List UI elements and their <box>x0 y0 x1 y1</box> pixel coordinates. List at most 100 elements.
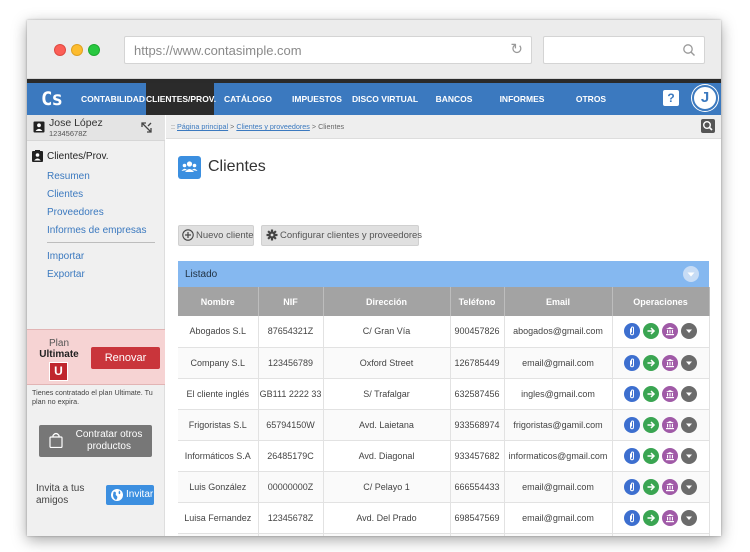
bank-icon[interactable] <box>662 323 678 340</box>
bank-icon[interactable] <box>662 416 678 433</box>
help-button[interactable]: ? <box>663 90 679 106</box>
table-row[interactable]: Company S.L 123456789 Oxford Street 1267854… <box>178 347 710 379</box>
nav-clientes-prov[interactable]: CLIENTES/PROV. <box>146 83 216 115</box>
cell-nombre: Company S.L <box>178 347 259 379</box>
contasimple-logo[interactable]: Cs <box>41 88 63 110</box>
chevron-down-icon[interactable] <box>681 509 697 526</box>
cell-email: email@gmail.com <box>504 471 613 503</box>
col-telefono[interactable]: Teléfono <box>450 287 505 316</box>
renew-button[interactable]: Renovar <box>91 347 160 369</box>
chevron-down-icon[interactable] <box>681 354 697 371</box>
operations-group <box>624 447 697 464</box>
table-row[interactable]: Informáticos S.A 26485179C Avd. Diagonal 93… <box>178 440 710 472</box>
close-window-button[interactable] <box>54 44 66 56</box>
shopping-bag-icon <box>49 432 63 448</box>
new-client-label: Nuevo cliente <box>196 230 254 241</box>
clip-icon[interactable] <box>624 416 640 433</box>
sidebar-item-proveedores[interactable]: Proveedores <box>47 207 104 218</box>
chevron-down-icon[interactable] <box>681 323 697 340</box>
clip-icon[interactable] <box>624 478 640 495</box>
operations-group <box>624 323 697 340</box>
user-info: Jose López 12345678Z <box>27 115 165 141</box>
user-name: Jose López <box>49 117 103 129</box>
col-nombre[interactable]: Nombre <box>178 287 259 316</box>
bank-icon[interactable] <box>662 509 678 526</box>
arrow-right-icon[interactable] <box>643 354 659 371</box>
cell-operaciones <box>612 533 710 536</box>
table-row[interactable]: Luis González 00000000Z C/ Pelayo 1 6665544… <box>178 471 710 503</box>
plan-name: Ultimate <box>39 349 79 360</box>
plus-circle-icon <box>182 229 194 241</box>
cell-operaciones <box>612 409 710 441</box>
invite-button[interactable]: Invitar <box>106 485 154 505</box>
sidebar-item-informes-empresas[interactable]: Informes de empresas <box>47 225 147 236</box>
nav-bancos[interactable]: BANCOS <box>432 83 476 115</box>
breadcrumb-parent-link[interactable]: Clientes y proveedores <box>236 122 310 131</box>
browser-search-input[interactable] <box>543 36 705 64</box>
operations-group <box>624 478 697 495</box>
breadcrumb-home-link[interactable]: Página principal <box>177 122 228 131</box>
arrow-right-icon[interactable] <box>643 509 659 526</box>
table-row[interactable]: Abogados S.L 87654321Z C/ Gran Vía 90045782… <box>178 316 710 348</box>
arrow-right-icon[interactable] <box>643 323 659 340</box>
address-bar[interactable]: https://www.contasimple.com ↻ <box>124 36 532 64</box>
sidebar-divider <box>47 242 155 243</box>
contacts-icon <box>32 150 43 162</box>
breadcrumb-search-button[interactable] <box>701 119 715 133</box>
chevron-down-icon[interactable] <box>681 385 697 402</box>
new-client-button[interactable]: Nuevo cliente <box>178 225 254 246</box>
nav-informes[interactable]: INFORMES <box>496 83 548 115</box>
top-navigation: Cs CONTABILIDAD CLIENTES/PROV. CATÁLOGO … <box>27 79 721 115</box>
list-title: Listado <box>185 269 218 280</box>
table-row[interactable]: Frigoristas S.L 65794150W Avd. Laietana 933… <box>178 409 710 441</box>
clip-icon[interactable] <box>624 509 640 526</box>
breadcrumb-current: Clientes <box>318 122 345 131</box>
bank-icon[interactable] <box>662 447 678 464</box>
search-icon <box>683 44 695 56</box>
cell-email: email@gmail.com <box>504 502 613 534</box>
nav-contabilidad[interactable]: CONTABILIDAD <box>81 83 145 115</box>
chevron-down-icon[interactable] <box>681 478 697 495</box>
col-nif[interactable]: NIF <box>258 287 324 316</box>
nav-otros[interactable]: OTROS <box>572 83 610 115</box>
bank-icon[interactable] <box>662 478 678 495</box>
chevron-down-icon[interactable] <box>681 447 697 464</box>
arrow-right-icon[interactable] <box>643 385 659 402</box>
clip-icon[interactable] <box>624 447 640 464</box>
cell-telefono: 685469325 <box>450 533 505 536</box>
arrow-right-icon[interactable] <box>643 416 659 433</box>
operations-group <box>624 385 697 402</box>
col-direccion[interactable]: Dirección <box>323 287 451 316</box>
bank-icon[interactable] <box>662 385 678 402</box>
table-row[interactable]: Luisa González13264578MC/ Gran Vía685469… <box>178 533 710 536</box>
chevron-down-icon[interactable] <box>681 416 697 433</box>
clip-icon[interactable] <box>624 323 640 340</box>
col-email[interactable]: Email <box>504 287 613 316</box>
nav-disco-virtual[interactable]: DISCO VIRTUAL <box>352 83 418 115</box>
arrow-right-icon[interactable] <box>643 478 659 495</box>
minimize-window-button[interactable] <box>71 44 83 56</box>
maximize-window-button[interactable] <box>88 44 100 56</box>
cell-direccion: Avd. Del Prado <box>323 502 451 534</box>
clip-icon[interactable] <box>624 354 640 371</box>
table-row[interactable]: El cliente inglés GB111 2222 33 S/ Trafalg… <box>178 378 710 410</box>
configure-button[interactable]: Configurar clientes y proveedores <box>261 225 422 246</box>
list-toggle-button[interactable] <box>683 266 699 282</box>
bank-icon[interactable] <box>662 354 678 371</box>
collapse-sidebar-icon[interactable] <box>140 121 153 134</box>
nav-impuestos[interactable]: IMPUESTOS <box>289 83 345 115</box>
sidebar-item-clientes[interactable]: Clientes <box>47 189 83 200</box>
user-avatar[interactable]: J <box>692 85 718 111</box>
reload-icon[interactable]: ↻ <box>510 42 523 58</box>
cell-nif: 00000000Z <box>258 471 324 503</box>
contract-products-button[interactable]: Contratar otros productos <box>39 425 152 457</box>
sidebar-item-importar[interactable]: Importar <box>47 251 84 262</box>
cell-direccion: C/ Gran Vía <box>323 316 451 348</box>
table-row[interactable]: Luisa Fernandez 12345678Z Avd. Del Prado 69… <box>178 502 710 534</box>
arrow-right-icon[interactable] <box>643 447 659 464</box>
sidebar-item-exportar[interactable]: Exportar <box>47 269 85 280</box>
clip-icon[interactable] <box>624 385 640 402</box>
nav-catalogo[interactable]: CATÁLOGO <box>221 83 275 115</box>
cell-direccion: Avd. Laietana <box>323 409 451 441</box>
sidebar-item-resumen[interactable]: Resumen <box>47 171 90 182</box>
